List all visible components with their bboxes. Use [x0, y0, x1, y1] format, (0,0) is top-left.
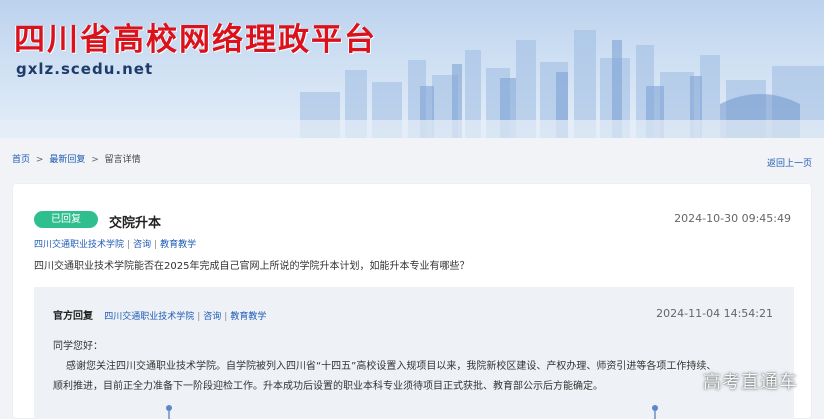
question-school-link[interactable]: 四川交通职业技术学院 — [34, 240, 124, 250]
breadcrumb-home-link[interactable]: 首页 — [12, 155, 30, 165]
site-title: 四川省高校网络理政平台 — [14, 22, 377, 58]
reply-header: 官方回复 四川交通职业技术学院 | 咨询 | 教育教学 — [53, 307, 266, 322]
breadcrumb-separator: > — [35, 155, 44, 165]
reply-text-line: 顺利推进，目前正全力准备下一阶段迎检工作。升本成功后设置的职业本科专业须待项目正… — [53, 381, 603, 392]
header-banner: 四川省高校网络理政平台 gxlz.scedu.net — [0, 0, 824, 138]
message-card: 已回复 交院升本 2024-10-30 09:45:49 四川交通职业技术学院 |… — [12, 183, 812, 419]
breadcrumb-separator: > — [91, 155, 99, 165]
question-body: 四川交通职业技术学院能否在2025年完成自己官网上所说的学院升本计划，如能升本专… — [34, 261, 470, 272]
reply-label: 官方回复 — [53, 311, 93, 322]
reply-school-link[interactable]: 四川交通职业技术学院 — [104, 312, 194, 322]
question-time: 2024-10-30 09:45:49 — [674, 212, 791, 225]
back-link[interactable]: 返回上一页 — [767, 156, 812, 169]
breadcrumb-latest-link[interactable]: 最新回复 — [49, 155, 85, 165]
meta-separator: | — [197, 312, 201, 322]
reply-time: 2024-11-04 14:54:21 — [656, 307, 773, 320]
reply-type-link[interactable]: 咨询 — [203, 312, 221, 322]
question-title: 交院升本 — [109, 216, 162, 231]
reply-text-line: 感谢您关注四川交通职业技术学院。自学院被列入四川省“十四五”高校设置入规项目以来… — [66, 361, 717, 372]
official-reply: 官方回复 四川交通职业技术学院 | 咨询 | 教育教学 2024-11-04 14:54… — [34, 287, 794, 419]
breadcrumb: 首页 > 最新回复 > 留言详情 — [12, 152, 141, 165]
question-meta: 四川交通职业技术学院 | 咨询 | 教育教学 — [34, 237, 196, 250]
question-type-link[interactable]: 咨询 — [133, 240, 151, 250]
meta-separator: | — [154, 240, 158, 250]
breadcrumb-current: 留言详情 — [104, 155, 141, 165]
reply-greeting: 同学您好： — [53, 341, 103, 352]
meta-separator: | — [224, 312, 228, 322]
reply-category-link[interactable]: 教育教学 — [230, 312, 266, 322]
meta-separator: | — [127, 240, 131, 250]
status-badge: 已回复 — [34, 211, 98, 228]
watermark: 高考直通车 — [703, 372, 798, 393]
reply-meta: 四川交通职业技术学院 | 咨询 | 教育教学 — [104, 312, 266, 322]
question-category-link[interactable]: 教育教学 — [160, 240, 196, 250]
pin-icon — [652, 405, 658, 419]
pin-icon — [166, 405, 172, 419]
site-url: gxlz.scedu.net — [16, 60, 154, 78]
